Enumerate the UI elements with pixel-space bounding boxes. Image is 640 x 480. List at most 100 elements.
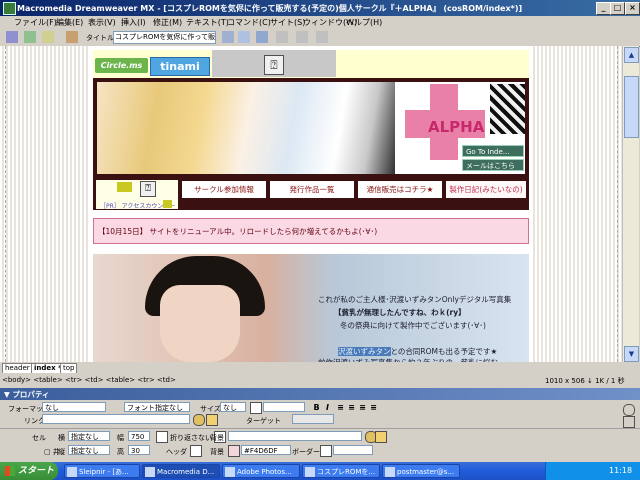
live-data-icon[interactable] [66, 31, 78, 43]
menu-help[interactable]: ヘルプ(H) [346, 17, 382, 28]
code-view-icon[interactable] [6, 31, 18, 43]
nav-mail-order[interactable]: 通信販売はコチラ★ [358, 181, 442, 198]
alpha-logo-text: ALPHA [428, 118, 485, 136]
menu-edit[interactable]: 編集(E) [56, 17, 83, 28]
menu-bar: ファイル(F) 編集(E) 表示(V) 挿入(I) 修正(M) テキスト(T) … [0, 16, 640, 29]
desc-line-3: 冬の祭典に向けて製作中でございます(･∀･) [340, 321, 486, 330]
taskbar: スタート Sleipnir - [あ... Macromedia D... Ad… [0, 462, 640, 480]
header-checkbox[interactable] [190, 445, 202, 457]
minimize-button[interactable]: _ [596, 2, 611, 15]
document-tabs: header index * top [0, 362, 640, 374]
bg-color-swatch[interactable] [228, 445, 240, 457]
task-photoshop[interactable]: Adobe Photos... [222, 464, 300, 478]
photo-face [160, 285, 240, 362]
start-button[interactable]: スタート [0, 462, 58, 480]
nav-works-list[interactable]: 発行作品一覧 [270, 181, 354, 198]
task-postmaster[interactable]: postmaster@s... [382, 464, 460, 478]
menu-modify[interactable]: 修正(M) [153, 17, 182, 28]
nowrap-checkbox[interactable] [156, 431, 168, 443]
task-dreamweaver-label: Macromedia D... [157, 468, 215, 476]
task-sleipnir[interactable]: Sleipnir - [あ... [64, 464, 140, 478]
bg-image-input[interactable] [228, 431, 362, 441]
start-label: スタート [18, 466, 55, 476]
code-navigation-icon[interactable] [296, 31, 308, 43]
quick-tag-editor-icon[interactable] [623, 416, 635, 428]
scroll-down-icon[interactable]: ▼ [624, 346, 639, 362]
close-button[interactable]: × [625, 2, 640, 15]
title-bar: Macromedia Dreamweaver MX - [コスプレROMを気侭に… [0, 0, 640, 16]
menu-site[interactable]: サイト(S) [270, 17, 305, 28]
browser-icon [305, 467, 315, 477]
desc-line-4: 沢渡いずみタンとの合同ROMも出る予定です★ [338, 346, 497, 357]
size-select[interactable]: なし [220, 402, 246, 412]
vert-select[interactable]: 指定なし [68, 445, 110, 455]
counter-badge [163, 200, 172, 208]
menu-insert[interactable]: 挿入(I) [121, 17, 146, 28]
page-title-input[interactable]: コスプレROMを気侭に作って販売 [113, 31, 216, 44]
news-text: 【10月15日】 サイトをリニューアル中。リロードしたら何か増えてるかもよ(･∀… [98, 227, 378, 236]
maximize-button[interactable]: □ [610, 2, 625, 15]
text-color-input[interactable] [263, 402, 305, 412]
link-input[interactable] [42, 414, 190, 424]
align-center-icon[interactable]: ≡ [347, 403, 356, 412]
mail-button[interactable]: メールはこちら [462, 159, 524, 171]
vertical-scrollbar[interactable]: ▲ ▼ [622, 46, 639, 362]
size-label: サイズ [200, 405, 221, 413]
dreamweaver-app-icon [3, 2, 16, 15]
target-label: ターゲット [246, 417, 281, 425]
width-input[interactable]: 750 [128, 431, 150, 441]
align-justify-icon[interactable]: ≡ [369, 403, 378, 412]
vert-label: 縦 [58, 448, 65, 456]
tag-selector[interactable]: <body> <table> <tr> <td> <table> <tr> <t… [2, 376, 176, 384]
align-right-icon[interactable]: ≡ [358, 403, 367, 412]
align-left-icon[interactable]: ≡ [336, 403, 345, 412]
help-icon[interactable] [623, 404, 635, 416]
go-to-index-button[interactable]: Go To Inde... [462, 145, 524, 157]
desc-line-2: 【貧乳が無理したんですね、わｋ(ry】 [334, 308, 466, 317]
menu-commands[interactable]: コマンド(C) [227, 17, 271, 28]
file-management-icon[interactable] [222, 31, 234, 43]
reference-icon[interactable] [276, 31, 288, 43]
properties-title: ▼ プロパティ [4, 390, 50, 399]
italic-button[interactable]: I [323, 403, 332, 412]
scrollbar-thumb[interactable] [624, 76, 639, 138]
menu-view[interactable]: 表示(V) [88, 17, 116, 28]
access-counter-label[interactable]: ［PR］ アクセスカウンター [100, 201, 175, 210]
width-label: 幅 [117, 434, 124, 442]
menu-text[interactable]: テキスト(T) [186, 17, 229, 28]
nowrap-label: 折り返さない [170, 434, 212, 442]
circlems-banner[interactable]: Circle.ms [95, 58, 148, 73]
border-color-swatch[interactable] [320, 445, 332, 457]
font-select[interactable]: フォント指定なし [124, 402, 190, 412]
scroll-up-icon[interactable]: ▲ [624, 47, 639, 63]
menu-file[interactable]: ファイル(F) [14, 17, 57, 28]
desc-highlight: 沢渡いずみタン [338, 347, 391, 356]
bg-browse-folder-icon[interactable] [375, 431, 387, 443]
horz-select[interactable]: 指定なし [68, 431, 110, 441]
target-select[interactable] [292, 414, 334, 424]
bg-color-input[interactable]: #F4D6DF [241, 445, 291, 455]
format-select[interactable]: なし [42, 402, 106, 412]
status-bar: <body> <table> <tr> <td> <table> <tr> <t… [0, 373, 640, 389]
header-label: ヘッダ [166, 448, 187, 456]
refresh-icon[interactable] [256, 31, 268, 43]
design-view-icon[interactable] [42, 31, 54, 43]
task-dreamweaver[interactable]: Macromedia D... [142, 464, 220, 478]
preview-icon[interactable] [238, 31, 250, 43]
properties-panel-header[interactable]: ▼ プロパティ [0, 388, 640, 400]
browse-folder-icon[interactable] [206, 414, 218, 426]
height-label: 高 [117, 448, 124, 456]
window-size-readout: 1010 x 506 ↓ 1K / 1 秒 [545, 377, 625, 385]
view-options-icon[interactable] [316, 31, 328, 43]
text-color-swatch[interactable] [250, 402, 262, 414]
border-color-input[interactable] [333, 445, 373, 455]
split-view-icon[interactable] [24, 31, 36, 43]
task-cosrom[interactable]: コスプレROMを... [302, 464, 380, 478]
point-to-file-icon[interactable] [193, 414, 205, 426]
nav-diary[interactable]: 製作日記(みたいなの) [446, 181, 526, 198]
bold-button[interactable]: B [312, 403, 321, 412]
tinami-banner[interactable]: tinami [150, 57, 210, 76]
cosplay-photo [97, 82, 395, 174]
nav-circle-info[interactable]: サークル参加情報 [182, 181, 266, 198]
height-input[interactable]: 30 [128, 445, 150, 455]
